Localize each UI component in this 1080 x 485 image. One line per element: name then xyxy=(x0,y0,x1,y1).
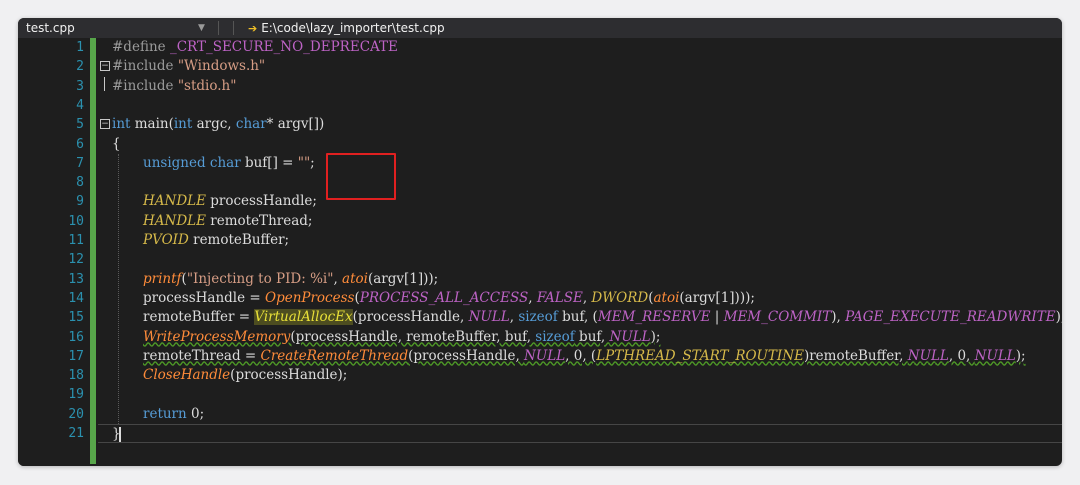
code-line[interactable]: HANDLE remoteThread; xyxy=(98,212,1062,231)
editor-window: test.cpp ▼ ➔ E:\code\lazy_importer\test.… xyxy=(18,18,1062,466)
line-number: 20 xyxy=(68,406,84,422)
line-number: 9 xyxy=(76,194,84,210)
line-number: 13 xyxy=(68,271,84,287)
code-line[interactable]: processHandle = OpenProcess(PROCESS_ALL_… xyxy=(98,289,1062,308)
text-caret xyxy=(119,427,121,442)
line-number: 6 xyxy=(76,136,84,152)
line-number-gutter: 1 2 3 4 5 6 7 8 9 10 11 12 13 14 15 16 1… xyxy=(18,38,90,466)
line-number: 21 xyxy=(68,426,84,441)
code-line[interactable]: − #include "Windows.h" xyxy=(98,57,1062,76)
code-line[interactable]: return 0; xyxy=(98,405,1062,424)
line-number: 14 xyxy=(68,290,84,306)
line-number: 4 xyxy=(76,97,84,113)
code-line[interactable]: #include "stdio.h" xyxy=(98,76,1062,96)
line-number: 5 xyxy=(76,117,84,133)
highlight-annotation-box xyxy=(326,153,396,200)
current-code-line[interactable]: } xyxy=(98,424,1062,444)
line-number: 17 xyxy=(68,348,84,364)
collapse-icon[interactable]: − xyxy=(100,119,110,130)
line-number: 15 xyxy=(68,310,84,326)
code-line[interactable]: WriteProcessMemory(processHandle, remote… xyxy=(98,328,1062,347)
divider xyxy=(233,21,234,35)
code-line[interactable]: − int main(int argc, char* argv[]) xyxy=(98,115,1062,134)
line-number: 3 xyxy=(76,78,84,94)
line-number: 19 xyxy=(68,387,84,403)
code-line[interactable]: CloseHandle(processHandle); xyxy=(98,366,1062,385)
code-line[interactable]: PVOID remoteBuffer; xyxy=(98,231,1062,250)
code-line[interactable]: printf("Injecting to PID: %i", atoi(argv… xyxy=(98,270,1062,289)
code-line[interactable]: { xyxy=(98,135,1062,154)
arrow-right-icon: ➔ xyxy=(248,21,258,35)
code-line[interactable]: remoteThread = CreateRemoteThread(proces… xyxy=(98,347,1062,366)
file-path: E:\code\lazy_importer\test.cpp xyxy=(261,21,445,35)
line-number: 11 xyxy=(68,233,84,248)
divider xyxy=(218,21,219,35)
line-number: 12 xyxy=(68,252,84,268)
fold-guide xyxy=(104,76,105,91)
code-line[interactable]: HANDLE processHandle; xyxy=(98,192,1062,211)
code-editor[interactable]: #define _CRT_SECURE_NO_DEPRECATE − #incl… xyxy=(98,38,1062,466)
line-number: 18 xyxy=(68,368,84,384)
line-number: 10 xyxy=(68,213,84,229)
line-number: 16 xyxy=(68,329,84,345)
line-number: 2 xyxy=(76,59,84,75)
line-number: 8 xyxy=(76,175,84,191)
chevron-down-icon[interactable]: ▼ xyxy=(198,23,214,33)
code-line[interactable]: #define _CRT_SECURE_NO_DEPRECATE xyxy=(98,38,1062,57)
editor-tab-bar: test.cpp ▼ ➔ E:\code\lazy_importer\test.… xyxy=(18,18,1062,38)
line-number: 1 xyxy=(76,40,84,55)
line-number: 7 xyxy=(76,155,84,171)
file-tab[interactable]: test.cpp xyxy=(18,21,198,35)
code-line[interactable]: remoteBuffer = VirtualAllocEx(processHan… xyxy=(98,308,1062,327)
collapse-icon[interactable]: − xyxy=(100,61,110,72)
change-indicator-bar xyxy=(90,38,96,464)
code-line[interactable]: unsigned char buf[] = ""; xyxy=(98,154,1062,173)
